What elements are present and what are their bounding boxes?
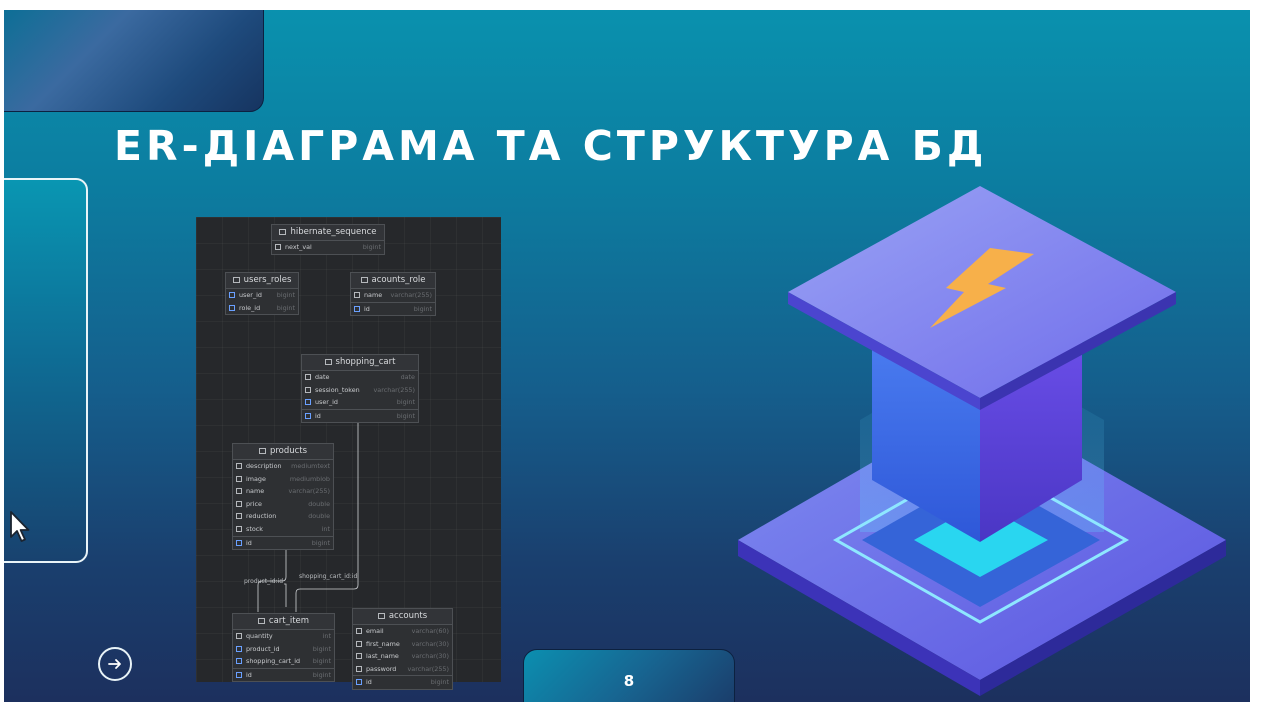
column-row: password varchar(255): [353, 663, 452, 676]
column-icon: [236, 475, 242, 482]
column-row: session_token varchar(255): [302, 384, 418, 397]
page-number: 8: [623, 672, 635, 690]
column-icon: [236, 525, 242, 532]
column-row: role_id bigint: [226, 302, 298, 315]
table-name: hibernate_sequence: [290, 227, 377, 237]
table-cart-item: cart_item quantity int product_id bigint s…: [232, 613, 335, 683]
slide-title: ER-ДІАГРАМА ТА СТРУКТУРА БД: [114, 122, 988, 170]
column-row: price double: [233, 498, 333, 511]
column-icon: [236, 633, 242, 639]
er-diagram: hibernate_sequence next_val bigint users_…: [196, 217, 501, 690]
key-icon: [356, 679, 362, 686]
column-icon: [354, 292, 360, 298]
arrow-right-circle-icon: [108, 659, 121, 669]
table-icon: [324, 358, 332, 365]
column-row: quantity int: [233, 630, 334, 643]
column-icon: [275, 244, 281, 250]
key-icon: [236, 539, 242, 546]
table-acounts-role: acounts_role name varchar(255) id bigint: [350, 272, 436, 317]
key-icon: [236, 671, 242, 678]
key-icon: [305, 412, 311, 419]
table-name: cart_item: [268, 616, 310, 626]
column-row: reduction double: [233, 510, 333, 523]
table-icon: [279, 228, 287, 235]
table-name: shopping_cart: [335, 357, 396, 367]
column-icon: [356, 665, 362, 672]
column-icon: [356, 653, 362, 660]
column-icon: [236, 500, 242, 507]
corner-decoration: [4, 10, 264, 112]
column-row: id bigint: [353, 675, 452, 689]
column-icon: [356, 628, 362, 634]
column-row: next_val bigint: [272, 241, 384, 254]
column-row: id bigint: [233, 667, 334, 682]
foreign-key-icon: [229, 304, 235, 311]
table-name: products: [269, 446, 308, 456]
table-accounts: accounts email varchar(60) first_name varc…: [352, 608, 453, 690]
column-row: name varchar(255): [233, 485, 333, 498]
table-products: products description mediumtext image medi…: [232, 443, 334, 551]
table-users-roles: users_roles user_id bigint role_id bigint: [225, 272, 299, 316]
column-row: description mediumtext: [233, 460, 333, 473]
mouse-pointer-icon: [10, 511, 30, 542]
table-name: users_roles: [243, 275, 292, 285]
column-icon: [356, 640, 362, 647]
relation-label: shopping_cart_id:id: [299, 573, 358, 580]
column-row: product_id bigint: [233, 643, 334, 656]
foreign-key-icon: [305, 399, 311, 406]
table-name: acounts_role: [371, 275, 426, 285]
slide: ER-ДІАГРАМА ТА СТРУКТУРА БД hibernate_se…: [4, 10, 1250, 702]
foreign-key-icon: [236, 658, 242, 665]
column-row: id bigint: [233, 535, 333, 550]
column-icon: [305, 374, 311, 380]
page-number-tab: 8: [523, 649, 735, 702]
table-icon: [360, 276, 368, 283]
side-panel: [4, 178, 88, 563]
column-icon: [236, 488, 242, 495]
column-icon: [236, 463, 242, 469]
table-name: accounts: [388, 611, 428, 621]
column-row: last_name varchar(30): [353, 650, 452, 663]
column-row: user_id bigint: [226, 289, 298, 302]
column-row: date date: [302, 371, 418, 384]
table-hibernate-sequence: hibernate_sequence next_val bigint: [271, 224, 385, 255]
column-row: first_name varchar(30): [353, 638, 452, 651]
table-icon: [257, 617, 265, 624]
column-row: user_id bigint: [302, 396, 418, 409]
column-row: id bigint: [302, 408, 418, 423]
table-icon: [377, 612, 385, 619]
column-row: image mediumblob: [233, 473, 333, 486]
column-row: name varchar(255): [351, 289, 435, 302]
column-row: id bigint: [351, 301, 435, 316]
table-icon: [232, 276, 240, 283]
database-illustration: [738, 186, 1226, 696]
table-shopping-cart: shopping_cart date date session_token varc…: [301, 354, 419, 424]
foreign-key-icon: [229, 292, 235, 298]
column-row: email varchar(60): [353, 625, 452, 638]
column-icon: [236, 513, 242, 520]
next-slide-button[interactable]: [98, 647, 132, 681]
relation-label: product_id:id: [244, 578, 284, 585]
column-row: stock int: [233, 523, 333, 536]
key-icon: [354, 305, 360, 312]
column-row: shopping_cart_id bigint: [233, 655, 334, 668]
foreign-key-icon: [236, 645, 242, 652]
column-icon: [305, 386, 311, 393]
table-icon: [258, 447, 266, 454]
